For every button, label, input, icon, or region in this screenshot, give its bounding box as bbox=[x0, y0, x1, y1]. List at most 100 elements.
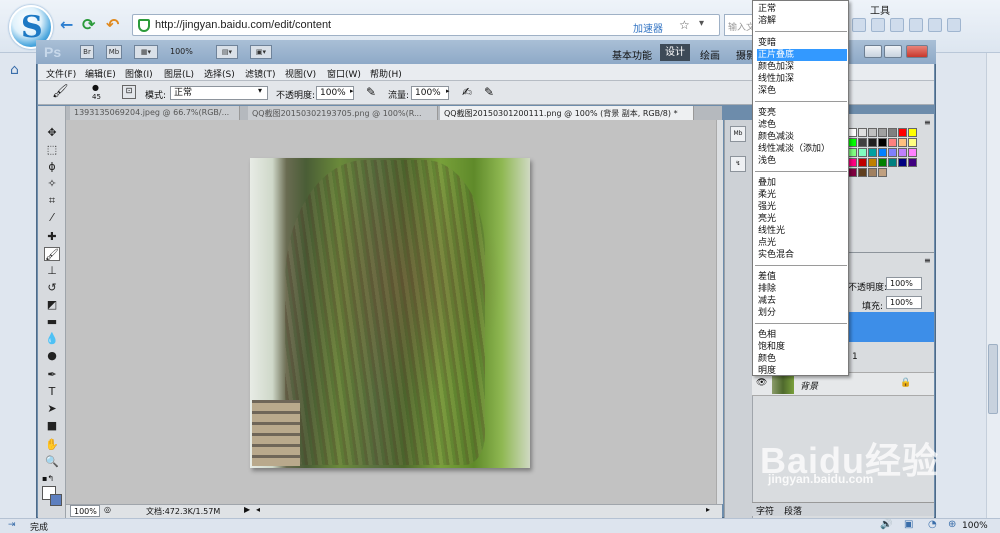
search-input[interactable]: 输入文 bbox=[724, 14, 754, 36]
tool-icon[interactable] bbox=[909, 18, 923, 32]
workspace-basic[interactable]: 基本功能 bbox=[612, 47, 652, 62]
color-swatch[interactable] bbox=[898, 148, 907, 157]
color-swatch[interactable] bbox=[848, 128, 857, 137]
eyedropper-tool-icon[interactable]: ⁄ bbox=[44, 211, 60, 225]
color-swatch[interactable] bbox=[868, 148, 877, 157]
brush-tool-preset-icon[interactable]: 🖌 bbox=[52, 84, 69, 99]
zoom-select[interactable]: 100% bbox=[170, 47, 193, 56]
color-swatch[interactable] bbox=[908, 128, 917, 137]
star-icon[interactable]: ☆ bbox=[679, 18, 690, 32]
scroll-right-arrow-icon[interactable]: ▸ bbox=[706, 505, 710, 514]
menu-edit[interactable]: 编辑(E) bbox=[85, 67, 116, 80]
background-color-swatch[interactable] bbox=[50, 494, 62, 506]
blend-option[interactable]: 变暗 bbox=[757, 37, 847, 49]
flow-slider-icon[interactable]: ▸ bbox=[446, 87, 450, 95]
blend-option[interactable]: 亮光 bbox=[757, 213, 847, 225]
opacity-input[interactable]: 100% bbox=[316, 86, 354, 100]
pressure-opacity-icon[interactable]: ✎ bbox=[366, 85, 376, 99]
blend-option[interactable]: 线性光 bbox=[757, 225, 847, 237]
quick-select-tool-icon[interactable]: ✧ bbox=[44, 177, 60, 191]
address-bar[interactable]: http://jingyan.baidu.com/edit/content 加速… bbox=[132, 14, 720, 36]
volume-icon[interactable]: 🔊 bbox=[880, 519, 892, 530]
color-swatch[interactable] bbox=[868, 168, 877, 177]
blend-option[interactable]: 颜色减淡 bbox=[757, 131, 847, 143]
blend-option[interactable]: 线性加深 bbox=[757, 73, 847, 85]
color-swatch[interactable] bbox=[878, 158, 887, 167]
color-swatch[interactable] bbox=[868, 138, 877, 147]
workspace-draw[interactable]: 绘画 bbox=[700, 47, 720, 62]
status-info-icon[interactable]: ◎ bbox=[104, 505, 111, 514]
blend-option[interactable]: 明度 bbox=[757, 365, 847, 377]
shape-tool-icon[interactable]: ■ bbox=[44, 419, 60, 433]
color-swatch[interactable] bbox=[858, 148, 867, 157]
airbrush-icon[interactable]: ✍ bbox=[462, 85, 472, 99]
document-tab[interactable]: QQ截图20150302193705.png @ 100%(R... bbox=[248, 106, 438, 120]
document-tab-active[interactable]: QQ截图20150301200111.png @ 100% (背景 副本, RG… bbox=[440, 106, 694, 120]
blend-option[interactable]: 色相 bbox=[757, 329, 847, 341]
color-swatch[interactable] bbox=[888, 148, 897, 157]
layers-panel-menu-icon[interactable]: ≡ bbox=[924, 256, 931, 265]
workspace-design[interactable]: 设计 bbox=[660, 44, 690, 61]
blend-option[interactable]: 点光 bbox=[757, 237, 847, 249]
layer-row-selected[interactable] bbox=[846, 312, 934, 342]
menu-filter[interactable]: 滤镜(T) bbox=[245, 67, 276, 80]
blend-option[interactable]: 溶解 bbox=[757, 15, 847, 27]
blend-option[interactable]: 减去 bbox=[757, 295, 847, 307]
menu-select[interactable]: 选择(S) bbox=[204, 67, 235, 80]
clone-stamp-tool-icon[interactable]: ⊥ bbox=[44, 264, 60, 278]
screen-mode-button[interactable]: ▣▾ bbox=[250, 45, 272, 59]
page-scrollbar[interactable] bbox=[986, 53, 1000, 518]
swatch-grid[interactable] bbox=[848, 128, 926, 182]
pen-tool-icon[interactable]: ✒ bbox=[44, 368, 60, 382]
blend-option[interactable]: 颜色加深 bbox=[757, 61, 847, 73]
color-swatch[interactable] bbox=[888, 158, 897, 167]
menu-layer[interactable]: 图层(L) bbox=[164, 67, 194, 80]
menu-file[interactable]: 文件(F) bbox=[46, 67, 76, 80]
tools-menu[interactable]: 工具 bbox=[870, 2, 890, 17]
color-swatch[interactable] bbox=[868, 128, 877, 137]
accelerator-label[interactable]: 加速器 bbox=[633, 20, 663, 35]
refresh-icon[interactable]: ⟳ bbox=[82, 15, 95, 34]
tool-icon[interactable] bbox=[890, 18, 904, 32]
flow-input[interactable]: 100% bbox=[411, 86, 449, 100]
blend-option[interactable]: 差值 bbox=[757, 271, 847, 283]
address-url[interactable]: http://jingyan.baidu.com/edit/content bbox=[155, 19, 331, 31]
layer-visibility-eye-icon[interactable]: 👁 bbox=[756, 378, 767, 388]
color-swatch[interactable] bbox=[858, 128, 867, 137]
path-select-tool-icon[interactable]: ➤ bbox=[44, 402, 60, 416]
move-tool-icon[interactable]: ✥ bbox=[44, 126, 60, 140]
blend-option[interactable]: 强光 bbox=[757, 201, 847, 213]
gradient-tool-icon[interactable]: ▬ bbox=[44, 315, 60, 329]
blend-option[interactable]: 深色 bbox=[757, 85, 847, 97]
color-swatch[interactable] bbox=[878, 128, 887, 137]
character-panel-tab[interactable]: 字符 bbox=[756, 504, 774, 517]
tool-icon[interactable] bbox=[852, 18, 866, 32]
history-panel-icon[interactable]: ↯ bbox=[730, 156, 746, 172]
pressure-size-icon[interactable]: ✎ bbox=[484, 85, 494, 99]
color-swatch[interactable] bbox=[908, 158, 917, 167]
back-arrow-icon[interactable]: ← bbox=[60, 15, 73, 34]
menu-window[interactable]: 窗口(W) bbox=[327, 67, 361, 80]
status-menu-arrow-icon[interactable]: ▶ bbox=[244, 505, 250, 514]
blend-option-selected[interactable]: 正片叠底 bbox=[757, 49, 847, 61]
page-scrollbar-thumb[interactable] bbox=[988, 344, 998, 414]
browser-tool-icons[interactable] bbox=[852, 18, 1000, 34]
menu-view[interactable]: 视图(V) bbox=[285, 67, 316, 80]
blend-option[interactable]: 实色混合 bbox=[757, 249, 847, 261]
zoom-magnifier-icon[interactable]: ⊕ bbox=[948, 519, 956, 530]
download-icon[interactable] bbox=[947, 18, 961, 32]
color-swatch[interactable] bbox=[858, 138, 867, 147]
color-swatch[interactable] bbox=[848, 138, 857, 147]
color-swatch[interactable] bbox=[848, 148, 857, 157]
lasso-tool-icon[interactable]: ϕ bbox=[44, 160, 60, 174]
healing-brush-tool-icon[interactable]: ✚ bbox=[44, 230, 60, 244]
color-swatch[interactable] bbox=[878, 148, 887, 157]
zoom-tool-icon[interactable]: 🔍 bbox=[44, 455, 60, 469]
menu-help[interactable]: 帮助(H) bbox=[370, 67, 402, 80]
blend-option[interactable]: 柔光 bbox=[757, 189, 847, 201]
mini-bridge-panel-icon[interactable]: Mb bbox=[730, 126, 746, 142]
opacity-slider-icon[interactable]: ▸ bbox=[350, 87, 354, 95]
mode-select[interactable]: 正常 bbox=[170, 86, 268, 100]
paragraph-panel-tab[interactable]: 段落 bbox=[784, 504, 802, 517]
status-zoom-input[interactable]: 100% bbox=[70, 505, 100, 517]
